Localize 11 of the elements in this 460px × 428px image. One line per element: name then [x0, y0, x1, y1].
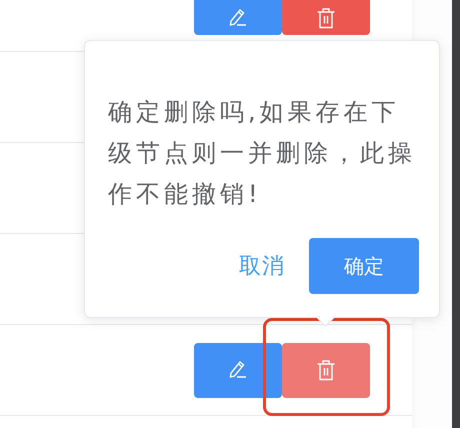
trash-icon — [316, 359, 336, 381]
edit-button[interactable] — [194, 342, 282, 398]
confirm-message: 确定删除吗,如果存在下级节点则一并删除，此操作不能撤销! — [108, 97, 417, 210]
pencil-icon — [228, 6, 248, 28]
pencil-icon — [228, 359, 248, 381]
edit-button[interactable] — [194, 0, 282, 35]
delete-button[interactable] — [282, 342, 370, 398]
cancel-link[interactable]: 取消 — [239, 251, 285, 281]
delete-button[interactable] — [282, 0, 370, 35]
trash-icon — [316, 6, 336, 28]
confirm-button[interactable]: 确定 — [309, 238, 419, 294]
